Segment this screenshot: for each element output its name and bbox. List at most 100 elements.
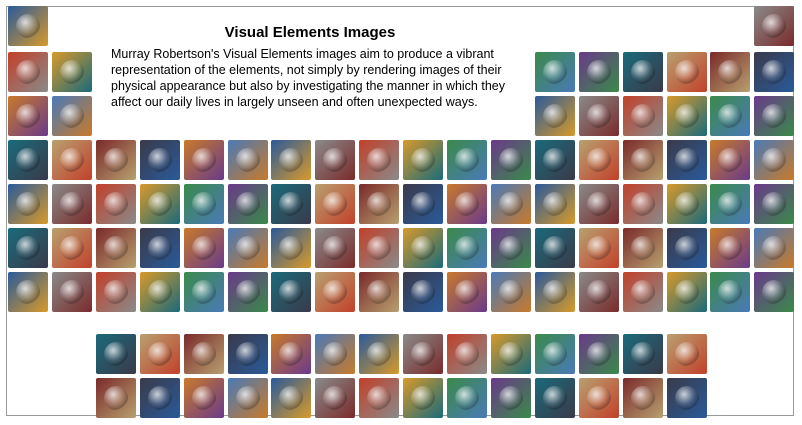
element-tile[interactable] (403, 228, 444, 268)
element-tile[interactable] (490, 272, 531, 312)
element-tile[interactable] (578, 334, 619, 374)
element-tile[interactable] (666, 96, 707, 136)
element-tile[interactable] (359, 272, 400, 312)
element-tile[interactable] (447, 334, 487, 374)
element-tile[interactable] (95, 378, 136, 418)
element-tile[interactable] (227, 272, 268, 312)
element-tile[interactable] (227, 184, 268, 224)
element-tile[interactable] (534, 378, 575, 418)
element-tile[interactable] (534, 96, 575, 136)
element-tile[interactable] (139, 184, 180, 224)
element-tile[interactable] (139, 228, 180, 268)
element-tile[interactable] (403, 184, 444, 224)
element-tile[interactable] (8, 184, 48, 224)
element-tile[interactable] (227, 378, 268, 418)
element-tile[interactable] (710, 96, 751, 136)
element-tile[interactable] (710, 140, 751, 180)
element-tile[interactable] (534, 184, 575, 224)
element-tile[interactable] (447, 140, 487, 180)
element-tile[interactable] (51, 228, 92, 268)
element-tile[interactable] (447, 378, 487, 418)
element-tile[interactable] (710, 52, 751, 92)
element-tile[interactable] (534, 140, 575, 180)
element-tile[interactable] (227, 140, 268, 180)
element-tile[interactable] (139, 378, 180, 418)
element-tile[interactable] (666, 334, 707, 374)
element-tile[interactable] (271, 228, 312, 268)
element-tile[interactable] (534, 52, 575, 92)
element-tile[interactable] (622, 228, 663, 268)
element-tile[interactable] (403, 272, 444, 312)
element-tile[interactable] (578, 184, 619, 224)
element-tile[interactable] (227, 228, 268, 268)
element-tile[interactable] (183, 228, 224, 268)
element-tile[interactable] (8, 228, 48, 268)
element-tile[interactable] (315, 334, 356, 374)
element-tile[interactable] (578, 140, 619, 180)
element-tile[interactable] (622, 184, 663, 224)
element-tile[interactable] (271, 334, 312, 374)
element-tile[interactable] (183, 272, 224, 312)
element-tile[interactable] (403, 378, 444, 418)
element-tile[interactable] (578, 52, 619, 92)
element-tile[interactable] (622, 272, 663, 312)
element-tile[interactable] (95, 140, 136, 180)
element-tile[interactable] (622, 378, 663, 418)
element-tile[interactable] (578, 96, 619, 136)
element-tile[interactable] (666, 140, 707, 180)
element-tile[interactable] (183, 184, 224, 224)
element-tile[interactable] (315, 140, 356, 180)
element-tile[interactable] (754, 140, 795, 180)
element-tile[interactable] (754, 52, 795, 92)
element-tile[interactable] (139, 140, 180, 180)
element-tile[interactable] (139, 272, 180, 312)
element-tile[interactable] (490, 334, 531, 374)
element-tile[interactable] (534, 272, 575, 312)
element-tile[interactable] (403, 334, 444, 374)
element-tile[interactable] (315, 228, 356, 268)
element-tile[interactable] (710, 184, 751, 224)
element-tile[interactable] (51, 184, 92, 224)
element-tile[interactable] (8, 272, 48, 312)
element-tile[interactable] (754, 6, 795, 46)
element-tile[interactable] (271, 184, 312, 224)
element-tile[interactable] (359, 378, 400, 418)
element-tile[interactable] (622, 140, 663, 180)
element-tile[interactable] (183, 378, 224, 418)
element-tile[interactable] (403, 140, 444, 180)
element-tile[interactable] (666, 378, 707, 418)
element-tile[interactable] (183, 334, 224, 374)
element-tile[interactable] (447, 184, 487, 224)
element-tile[interactable] (666, 52, 707, 92)
element-tile[interactable] (534, 228, 575, 268)
element-tile[interactable] (8, 52, 48, 92)
element-tile[interactable] (8, 96, 48, 136)
element-tile[interactable] (271, 378, 312, 418)
element-tile[interactable] (183, 140, 224, 180)
element-tile[interactable] (622, 52, 663, 92)
element-tile[interactable] (51, 52, 92, 92)
element-tile[interactable] (666, 184, 707, 224)
element-tile[interactable] (51, 272, 92, 312)
element-tile[interactable] (95, 272, 136, 312)
element-tile[interactable] (315, 378, 356, 418)
element-tile[interactable] (490, 140, 531, 180)
element-tile[interactable] (8, 6, 48, 46)
element-tile[interactable] (359, 184, 400, 224)
element-tile[interactable] (51, 140, 92, 180)
element-tile[interactable] (754, 272, 795, 312)
element-tile[interactable] (8, 140, 48, 180)
element-tile[interactable] (490, 228, 531, 268)
element-tile[interactable] (490, 184, 531, 224)
element-tile[interactable] (622, 334, 663, 374)
element-tile[interactable] (51, 96, 92, 136)
element-tile[interactable] (666, 272, 707, 312)
element-tile[interactable] (95, 334, 136, 374)
element-tile[interactable] (447, 272, 487, 312)
element-tile[interactable] (754, 228, 795, 268)
element-tile[interactable] (578, 228, 619, 268)
element-tile[interactable] (578, 272, 619, 312)
element-tile[interactable] (666, 228, 707, 268)
element-tile[interactable] (95, 184, 136, 224)
element-tile[interactable] (139, 334, 180, 374)
